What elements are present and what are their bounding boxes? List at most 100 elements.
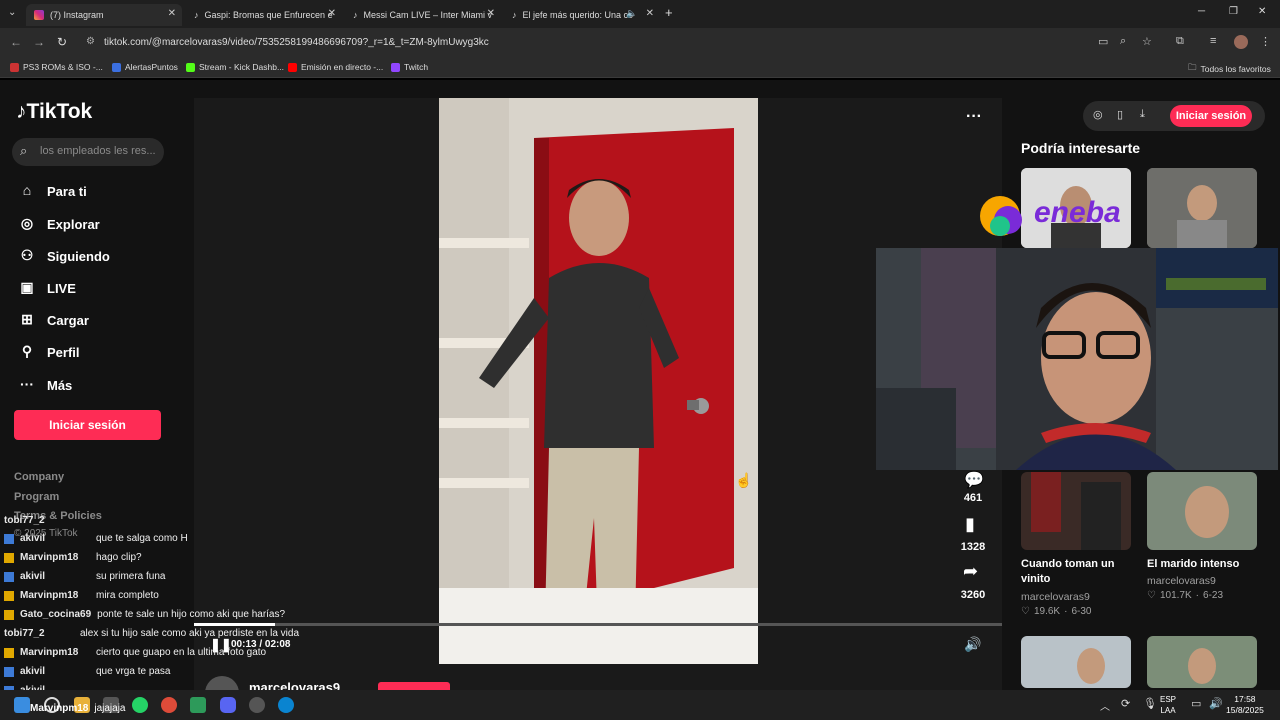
twitch-icon xyxy=(391,62,400,72)
chat-user: akivil xyxy=(20,571,46,582)
nav-mas[interactable]: ··· Más xyxy=(16,376,72,394)
extensions-icon[interactable]: ⧉ xyxy=(1176,35,1184,48)
restore-icon[interactable]: ❐ xyxy=(1229,6,1238,17)
eneba-logo: eneba xyxy=(978,190,1138,242)
tab-gaspi[interactable]: ♪ Gaspi: Bromas que Enfurecen e ✕ xyxy=(186,4,342,26)
profile-avatar[interactable] xyxy=(1234,35,1248,49)
profile-icon: ⚲ xyxy=(21,343,33,359)
crown-badge-icon xyxy=(4,591,14,601)
bookmark-ps3[interactable]: PS3 ROMs & ISO -... xyxy=(10,62,103,72)
new-tab-button[interactable]: + xyxy=(665,5,673,20)
whatsapp-icon[interactable] xyxy=(132,697,148,713)
tab-list-chevron-icon[interactable]: ⌄ xyxy=(8,7,16,18)
mic-icon[interactable]: 🎙 xyxy=(1143,697,1157,710)
all-bookmarks[interactable]: 🗀 Todos los favoritos xyxy=(1188,62,1271,76)
volume-tray-icon[interactable]: 🔊 xyxy=(1209,697,1223,710)
login-button-top[interactable]: Iniciar sesión xyxy=(1170,105,1252,127)
card-title[interactable]: Cuando toman un vinito xyxy=(1021,557,1131,587)
video-frame[interactable] xyxy=(439,98,758,664)
tiktok-logo[interactable]: ♪TikTok xyxy=(16,100,92,124)
discord-icon[interactable] xyxy=(220,697,236,713)
chat-user: Marvinpm18 xyxy=(20,590,79,601)
language-indicator[interactable]: ESP LAA xyxy=(1160,694,1176,716)
discover-icon[interactable]: ◎ xyxy=(1093,108,1103,121)
instagram-icon xyxy=(34,10,44,20)
chat-message: akivil su primera funa xyxy=(4,571,165,582)
footer-company[interactable]: Company xyxy=(14,471,64,483)
nav-para-ti[interactable]: ⌂ Para ti xyxy=(16,182,87,200)
footer-program[interactable]: Program xyxy=(14,491,59,503)
edge-icon[interactable] xyxy=(278,697,294,713)
bookmark-icon[interactable]: ▮ xyxy=(965,514,975,535)
more-options-icon[interactable]: ··· xyxy=(966,108,982,126)
chat-message: akivil que te salga como H xyxy=(4,533,188,544)
clock[interactable]: 17:58 15/8/2025 xyxy=(1226,694,1264,716)
cast-icon[interactable]: ▭ xyxy=(1098,35,1108,48)
chat-message: Marvinpm18 jajajaja xyxy=(5,703,126,714)
speaker-icon[interactable]: 🔈 xyxy=(626,8,637,19)
close-icon[interactable]: ✕ xyxy=(487,8,495,19)
recommended-thumb[interactable] xyxy=(1147,472,1257,550)
volume-icon[interactable]: 🔊 xyxy=(964,636,981,653)
reload-icon[interactable]: ↻ xyxy=(57,35,67,49)
bookmarks-bar: PS3 ROMs & ISO -... AlertasPuntos Stream… xyxy=(0,58,1280,78)
close-icon[interactable]: ✕ xyxy=(646,8,654,19)
bookmark-star-icon[interactable]: ☆ xyxy=(1142,35,1152,48)
menu-icon[interactable]: ⋮ xyxy=(1260,35,1271,48)
chat-user: akivil xyxy=(20,666,46,677)
chat-user: Gato_cocina69 xyxy=(20,609,92,620)
site-info-icon[interactable]: ⚙ xyxy=(86,36,95,47)
minimize-icon[interactable]: ─ xyxy=(1198,6,1205,17)
share-icon[interactable]: ➦ xyxy=(963,561,978,582)
progress-bar[interactable] xyxy=(194,623,1002,626)
comment-icon[interactable]: 💬 xyxy=(964,470,984,490)
chat-text: alex si tu hijo sale como aki ya perdist… xyxy=(80,628,300,639)
card-user[interactable]: marcelovaras9 xyxy=(1021,591,1090,603)
recommended-thumb[interactable] xyxy=(1021,636,1131,688)
url-field[interactable]: ⚙ tiktok.com/@marcelovaras9/video/753525… xyxy=(80,33,1090,53)
nav-explorar[interactable]: ◎ Explorar xyxy=(16,215,100,233)
nav-cargar[interactable]: ⊞ Cargar xyxy=(16,311,89,329)
search-input[interactable]: ⌕ los empleados les res... xyxy=(12,138,164,166)
recommended-thumb[interactable] xyxy=(1147,168,1257,248)
chat-text: su primera funa xyxy=(96,571,166,582)
login-button[interactable]: Iniciar sesión xyxy=(14,410,161,440)
media-icon[interactable]: ≡ xyxy=(1210,35,1216,47)
nav-perfil[interactable]: ⚲ Perfil xyxy=(16,343,80,361)
nav-siguiendo[interactable]: ⚇ Siguiendo xyxy=(16,247,110,265)
bookmark-alertas[interactable]: AlertasPuntos xyxy=(112,62,178,72)
people-icon: ⚇ xyxy=(20,247,34,263)
tab-instagram[interactable]: (7) Instagram ✕ xyxy=(26,4,182,26)
close-window-icon[interactable]: ✕ xyxy=(1258,6,1266,17)
tab-bar: ⌄ (7) Instagram ✕ ♪ Gaspi: Bromas que En… xyxy=(0,0,1280,28)
chat-user: Marvinpm18 xyxy=(30,703,89,714)
live-icon: ▣ xyxy=(20,279,34,295)
recommended-thumb[interactable] xyxy=(1147,636,1257,688)
back-icon[interactable]: ← xyxy=(10,35,22,49)
obs-icon[interactable] xyxy=(249,697,265,713)
bookmark-youtube[interactable]: Emisión en directo -... xyxy=(288,62,383,72)
chrome-icon[interactable] xyxy=(161,697,177,713)
phone-icon[interactable]: ▯ xyxy=(1117,108,1123,121)
card-likes: 101.7K xyxy=(1159,590,1192,601)
badge-icon xyxy=(4,572,14,582)
bookmark-twitch[interactable]: Twitch xyxy=(391,62,428,72)
card-title[interactable]: El marido intenso xyxy=(1147,557,1257,572)
chat-message: Marvinpm18 mira completo xyxy=(4,590,159,601)
tray-chevron-icon[interactable]: ︿ xyxy=(1100,698,1110,713)
sync-icon[interactable]: ⟳ xyxy=(1121,697,1130,710)
zoom-icon[interactable]: ⌕ xyxy=(1120,35,1126,48)
network-icon[interactable]: ▭ xyxy=(1191,697,1201,710)
forward-icon[interactable]: → xyxy=(33,35,45,49)
bookmark-kick[interactable]: Stream - Kick Dashb... xyxy=(186,62,284,72)
tab-jefe[interactable]: ♪ El jefe más querido: Una co 🔈 ✕ xyxy=(504,4,660,26)
card-user[interactable]: marcelovaras9 xyxy=(1147,575,1216,587)
app-icon[interactable] xyxy=(190,697,206,713)
download-icon[interactable]: ⤓ xyxy=(1140,108,1145,121)
recommended-thumb[interactable] xyxy=(1021,472,1131,550)
nav-label: LIVE xyxy=(47,280,76,296)
close-icon[interactable]: ✕ xyxy=(328,8,336,19)
tab-messi[interactable]: ♪ Messi Cam LIVE – Inter Miami v ✕ xyxy=(345,4,501,26)
nav-live[interactable]: ▣ LIVE xyxy=(16,279,76,297)
close-icon[interactable]: ✕ xyxy=(168,8,176,19)
